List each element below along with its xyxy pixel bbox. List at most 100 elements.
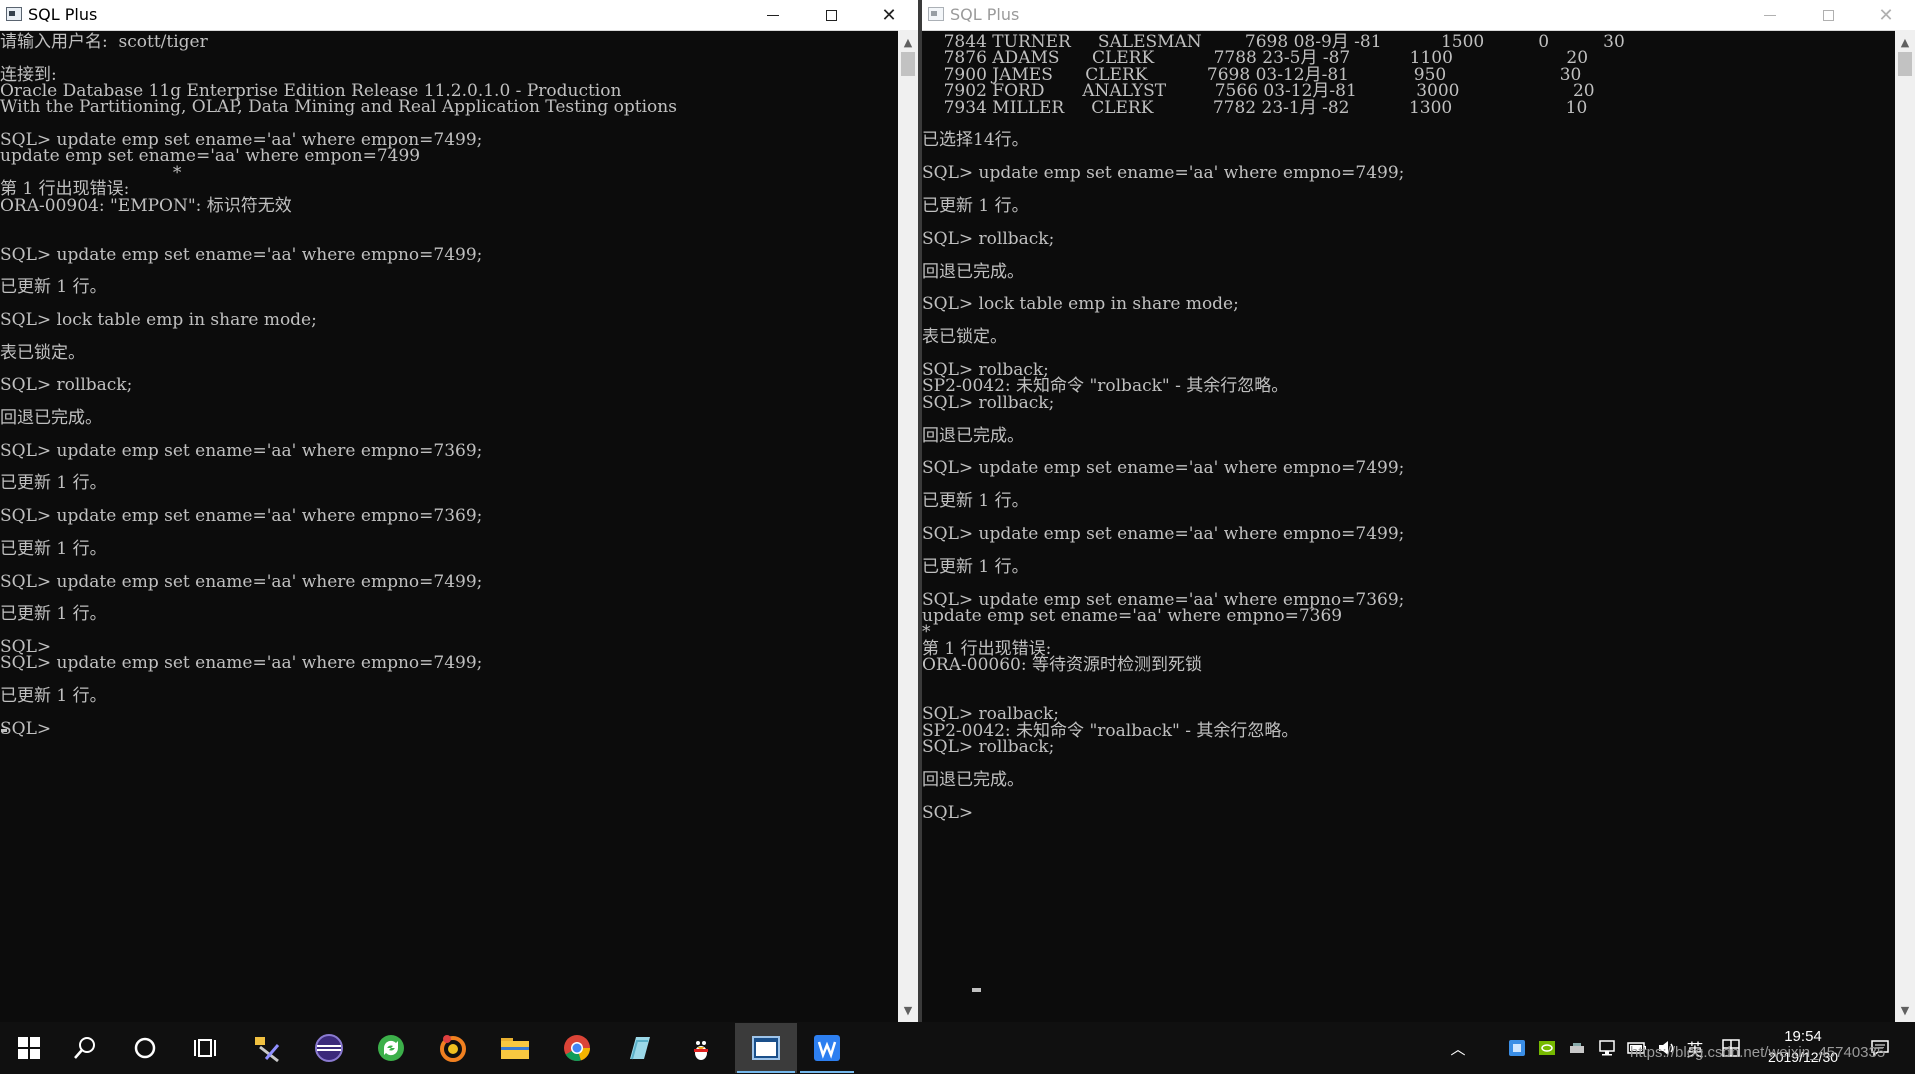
cortana-button[interactable]: [116, 1023, 174, 1073]
eclipse-button[interactable]: [300, 1023, 358, 1073]
console-line: 已更新 1 行。: [922, 491, 1029, 512]
browser-app-icon: [440, 1035, 466, 1062]
console-line: ORA-00060: 等待资源时检测到死锁: [922, 655, 1202, 676]
usb-tray-icon[interactable]: [1564, 1022, 1590, 1074]
console-line: 已更新 1 行。: [0, 604, 107, 625]
wps-writer-icon: [814, 1035, 840, 1061]
text-cursor: [1, 729, 7, 732]
console-output[interactable]: 7844 TURNER SALESMAN 7698 08-9月 -81 1500…: [922, 30, 1895, 1022]
console-line: SQL> update emp set ename='aa' where emp…: [922, 163, 1405, 184]
console-line: 已更新 1 行。: [922, 556, 1029, 577]
console-line: SQL> update emp set ename='aa' where emp…: [0, 244, 483, 265]
nvidia-tray-icon[interactable]: [1534, 1022, 1560, 1074]
console-line: SQL> update emp set ename='aa' where emp…: [0, 440, 483, 461]
usb-drive-icon: [1570, 1043, 1584, 1053]
close-button[interactable]: ✕: [860, 0, 918, 30]
console-line: SQL> update emp set ename='aa' where emp…: [922, 524, 1405, 544]
console-line: SQL> rollback;: [922, 737, 1055, 758]
console-line: 已更新 1 行。: [0, 277, 107, 298]
browser-app-button[interactable]: [424, 1023, 482, 1073]
scrollbar-thumb[interactable]: [1898, 52, 1912, 76]
task-view-icon: [194, 1039, 216, 1057]
close-button[interactable]: ✕: [1857, 0, 1915, 30]
console-line: 已更新 1 行。: [0, 538, 107, 559]
console-line: update emp set ename='aa' where empno=73…: [922, 606, 1343, 626]
chrome-button[interactable]: [548, 1023, 606, 1073]
console-line: SQL> rollback;: [922, 392, 1055, 413]
vertical-scrollbar[interactable]: ▲ ▼: [1895, 30, 1915, 1022]
scrollbar-thumb[interactable]: [901, 52, 915, 76]
eclipse-icon: [315, 1034, 343, 1062]
windows-logo-icon: [18, 1037, 40, 1059]
search-icon: [74, 1037, 95, 1059]
sqlplus-window-left[interactable]: SQL Plus ✕ 请输入用户名: scott/tiger 连接到: Oracle…: [0, 0, 918, 1022]
console-line: SQL>: [922, 802, 979, 823]
window-title: SQL Plus: [28, 5, 98, 24]
console-line: 回退已完成。: [922, 770, 1024, 790]
console-line: SQL> lock table emp in share mode;: [0, 309, 317, 330]
sqlplus-app-icon: [752, 1036, 780, 1060]
sqlplus-taskbar-button[interactable]: [735, 1023, 797, 1073]
search-button[interactable]: [56, 1023, 114, 1073]
console-line: SQL> update emp set ename='aa' where emp…: [0, 571, 483, 592]
scroll-down-arrow-icon[interactable]: ▼: [898, 1000, 918, 1020]
console-output[interactable]: 请输入用户名: scott/tiger 连接到: Oracle Database 1…: [0, 30, 898, 1022]
sqlplus-console-icon: [6, 7, 22, 21]
minimize-button[interactable]: [1741, 0, 1799, 30]
notes-app-button[interactable]: [610, 1023, 668, 1073]
tray-blue-square-icon: [1509, 1040, 1525, 1056]
task-view-button[interactable]: [176, 1023, 234, 1073]
sqlplus-window-right[interactable]: SQL Plus ✕ 7844 TURNER SALESMAN 7698 08-…: [922, 0, 1915, 1022]
tray-app-blue-icon[interactable]: [1504, 1022, 1530, 1074]
network-tray-icon[interactable]: [1594, 1022, 1620, 1074]
maximize-button[interactable]: [802, 0, 860, 30]
console-line: 已选择14行。: [922, 130, 1029, 151]
console-line: SQL>: [0, 718, 52, 739]
sqlplus-console-icon: [928, 7, 944, 21]
window-title: SQL Plus: [950, 5, 1020, 24]
network-monitor-icon: [1599, 1040, 1615, 1056]
title-bar[interactable]: SQL Plus ✕: [922, 0, 1915, 31]
console-line: 回退已完成。: [922, 425, 1024, 446]
chevron-up-icon: ︿: [1450, 1039, 1466, 1058]
cortana-icon: [134, 1037, 156, 1059]
scroll-up-arrow-icon[interactable]: ▲: [1895, 32, 1915, 52]
console-line: 请输入用户名: scott/tiger: [0, 32, 208, 52]
nvidia-logo-icon: [1539, 1041, 1555, 1055]
console-line: With the Partitioning, OLAP, Data Mining…: [0, 97, 677, 118]
wps-writer-button[interactable]: [798, 1023, 856, 1073]
console-line: 已更新 1 行。: [922, 196, 1029, 216]
console-line: 回退已完成。: [922, 261, 1024, 282]
console-line: 已更新 1 行。: [0, 473, 107, 494]
maximize-button[interactable]: [1799, 0, 1857, 30]
console-line: 回退已完成。: [0, 408, 102, 429]
console-line: SQL> rollback;: [922, 228, 1055, 249]
file-explorer-icon: [501, 1038, 529, 1059]
console-line: ORA-00904: "EMPON": 标识符无效: [0, 195, 292, 216]
sync-app-button[interactable]: [362, 1023, 420, 1073]
console-line: SQL> rollback;: [0, 375, 133, 396]
taskbar: ︿ 英 19:54 2019/12/30 https://blog.csdn.n…: [0, 1022, 1915, 1074]
console-line: SQL> update emp set ename='aa' where emp…: [0, 653, 483, 674]
tools-app-button[interactable]: [238, 1023, 296, 1073]
show-hidden-icons-button[interactable]: ︿: [1440, 1022, 1476, 1074]
file-explorer-button[interactable]: [486, 1023, 544, 1073]
title-bar[interactable]: SQL Plus ✕: [0, 0, 918, 31]
console-line: 7934 MILLER CLERK 7782 23-1月 -82 1300 10: [922, 97, 1588, 118]
start-button[interactable]: [0, 1023, 58, 1073]
tools-app-icon: [255, 1037, 280, 1063]
console-line: 已更新 1 行。: [0, 686, 107, 706]
qq-button[interactable]: [672, 1023, 730, 1073]
sync-app-icon: [378, 1035, 404, 1061]
console-line: 表已锁定。: [0, 342, 85, 363]
notes-app-icon: [630, 1037, 650, 1060]
console-line: 表已锁定。: [922, 327, 1007, 348]
blog-watermark: https://blog.csdn.net/weixin_45740335: [1630, 1044, 1886, 1061]
console-line: SQL> lock table emp in share mode;: [922, 294, 1239, 315]
vertical-scrollbar[interactable]: ▲ ▼: [898, 30, 918, 1022]
chrome-icon: [564, 1035, 591, 1062]
console-line: SQL> update emp set ename='aa' where emp…: [0, 506, 483, 527]
minimize-button[interactable]: [744, 0, 802, 30]
scroll-down-arrow-icon[interactable]: ▼: [1895, 1000, 1915, 1020]
scroll-up-arrow-icon[interactable]: ▲: [898, 32, 918, 52]
